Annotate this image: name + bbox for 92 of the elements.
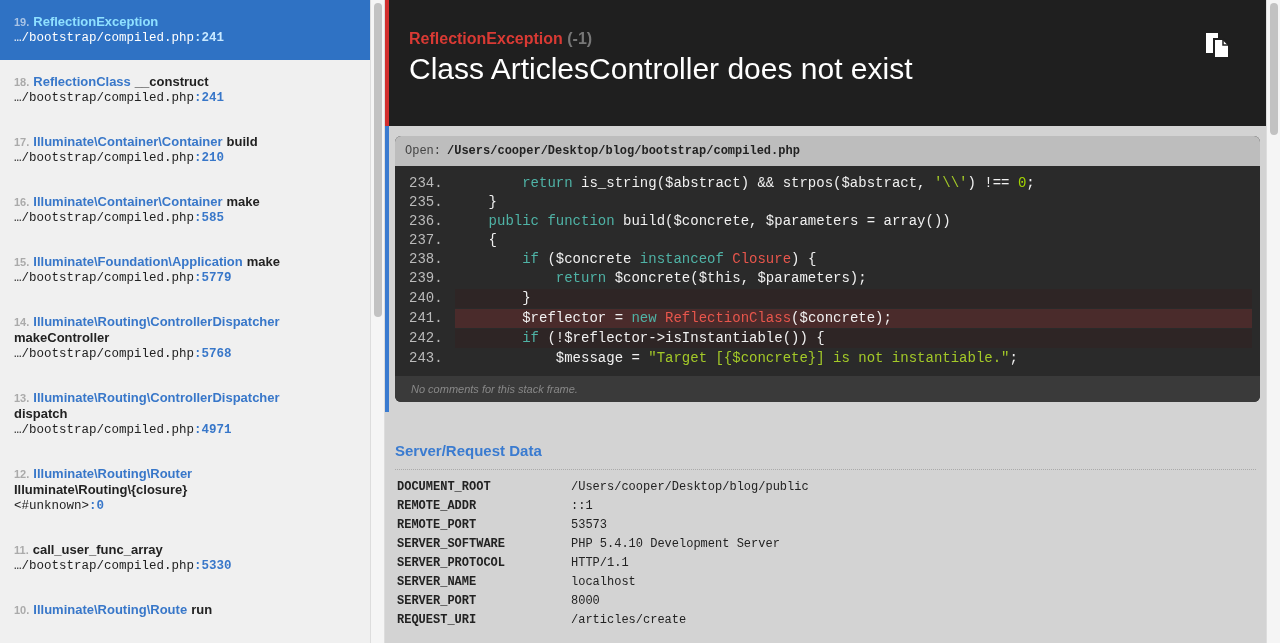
frame-line: :0	[89, 499, 105, 513]
frame-class: ReflectionClass	[33, 74, 131, 90]
frame-line: :5779	[194, 271, 232, 285]
frame-line: :585	[194, 211, 225, 225]
data-value: 53573	[571, 517, 607, 534]
frame-method: build	[226, 134, 258, 150]
frame-line: :5768	[194, 347, 232, 361]
frame-file: …/bootstrap/compiled.php	[14, 423, 195, 437]
frame-number: 14.	[14, 315, 30, 330]
line-number: 234.	[408, 174, 444, 193]
line-number: 236.	[408, 212, 444, 231]
line-number: 240.	[408, 289, 444, 308]
frame-method: make	[226, 194, 260, 210]
frame-method: call_user_func_array	[32, 542, 163, 558]
frame-class: Illuminate\Container\Container	[33, 134, 223, 150]
frame-class: Illuminate\Routing\Router	[33, 466, 193, 482]
exception-code: (-1)	[567, 30, 593, 47]
data-key: SERVER_SOFTWARE	[397, 535, 571, 553]
frame-method: Illuminate\Routing\{closure}	[14, 482, 188, 498]
frame-file: …/bootstrap/compiled.php	[14, 91, 195, 105]
frame-file: …/bootstrap/compiled.php	[14, 347, 195, 361]
data-value: localhost	[571, 574, 636, 591]
line-number: 235.	[408, 193, 444, 212]
frame-number: 11.	[14, 543, 29, 558]
frame-method: make	[246, 254, 280, 270]
data-key: SERVER_PORT	[397, 592, 571, 610]
line-number: 243.	[408, 349, 444, 368]
data-key: REQUEST_URI	[397, 611, 571, 629]
frame-method: __construct	[134, 74, 209, 90]
data-key: REMOTE_PORT	[397, 516, 571, 534]
line-number: 242.	[408, 329, 444, 348]
code-line: }	[487, 193, 497, 212]
frame-line: :241	[194, 31, 225, 45]
frame-class: Illuminate\Routing\Route	[33, 602, 188, 618]
frame-file: <#unknown>	[14, 499, 89, 513]
code-line: {	[487, 231, 497, 250]
section-title: Server/Request Data	[395, 440, 1256, 470]
frame-class: Illuminate\Routing\ControllerDispatcher	[33, 314, 280, 330]
code-line: $reflector = new ReflectionClass($concrete);	[521, 309, 892, 328]
data-value: 8000	[571, 593, 600, 610]
frame-file: …/bootstrap/compiled.php	[14, 31, 195, 45]
data-value: ::1	[571, 498, 593, 515]
exception-message: Class ArticlesController does not exist	[409, 51, 913, 87]
frame-number: 10.	[14, 603, 30, 618]
frame-file: …/bootstrap/compiled.php	[14, 559, 195, 573]
frame-file: …/bootstrap/compiled.php	[14, 271, 195, 285]
frame-class: Illuminate\Routing\ControllerDispatcher	[33, 390, 280, 406]
data-key: SERVER_PROTOCOL	[397, 554, 571, 572]
stack-frame-item[interactable]: 19. ReflectionException …/bootstrap/compiled.php:241	[0, 0, 370, 60]
scrollbar[interactable]	[1269, 3, 1278, 135]
frame-number: 12.	[14, 467, 30, 482]
code-line: }	[521, 289, 531, 308]
data-key: DOCUMENT_ROOT	[397, 478, 571, 496]
frame-number: 18.	[14, 75, 30, 90]
code-line: if ($concrete instanceof Closure) {	[521, 250, 817, 269]
code-line: return $concrete($this, $parameters);	[554, 269, 867, 288]
exception-type: ReflectionException	[409, 30, 563, 47]
line-number: 241.	[408, 309, 444, 328]
frame-number: 19.	[14, 15, 30, 30]
file-path: /Users/cooper/Desktop/blog/bootstrap/compiled.php	[447, 143, 800, 160]
frame-number: 13.	[14, 391, 30, 406]
scrollbar[interactable]	[373, 3, 382, 317]
data-key: SERVER_NAME	[397, 573, 571, 591]
frame-line: :210	[194, 151, 225, 165]
data-value: /Users/cooper/Desktop/blog/public	[571, 479, 809, 496]
frame-file: …/bootstrap/compiled.php	[14, 151, 195, 165]
line-number: 237.	[408, 231, 444, 250]
frame-number: 15.	[14, 255, 30, 270]
frame-comment: No comments for this stack frame.	[395, 376, 1260, 402]
code-line: $message = "Target [{$concrete}] is not instantiable.";	[554, 349, 1018, 368]
data-value: /articles/create	[571, 612, 687, 629]
frame-line: :241	[194, 91, 225, 105]
frame-number: 16.	[14, 195, 30, 210]
data-value: HTTP/1.1	[571, 555, 629, 572]
code-line: if (!$reflector->isInstantiable()) {	[521, 329, 825, 348]
line-number: 238.	[408, 250, 444, 269]
code-line: return is_string($abstract) && strpos($abstract, '\\') !== 0;	[521, 174, 1035, 193]
frame-class: Illuminate\Foundation\Application	[33, 254, 243, 270]
data-value: PHP 5.4.10 Development Server	[571, 536, 780, 553]
code-line: public function build($concrete, $parameters = array())	[487, 212, 951, 231]
frame-class: ReflectionException	[33, 14, 159, 30]
frame-file: …/bootstrap/compiled.php	[14, 211, 195, 225]
frame-method: makeController	[14, 330, 110, 346]
frame-line: :5330	[194, 559, 232, 573]
frame-line: :4971	[194, 423, 232, 437]
open-label: Open:	[405, 143, 441, 160]
frame-method: dispatch	[14, 406, 68, 422]
frame-class: Illuminate\Container\Container	[33, 194, 223, 210]
frame-number: 17.	[14, 135, 30, 150]
data-key: REMOTE_ADDR	[397, 497, 571, 515]
frame-method: run	[191, 602, 213, 618]
line-number: 239.	[408, 269, 444, 288]
